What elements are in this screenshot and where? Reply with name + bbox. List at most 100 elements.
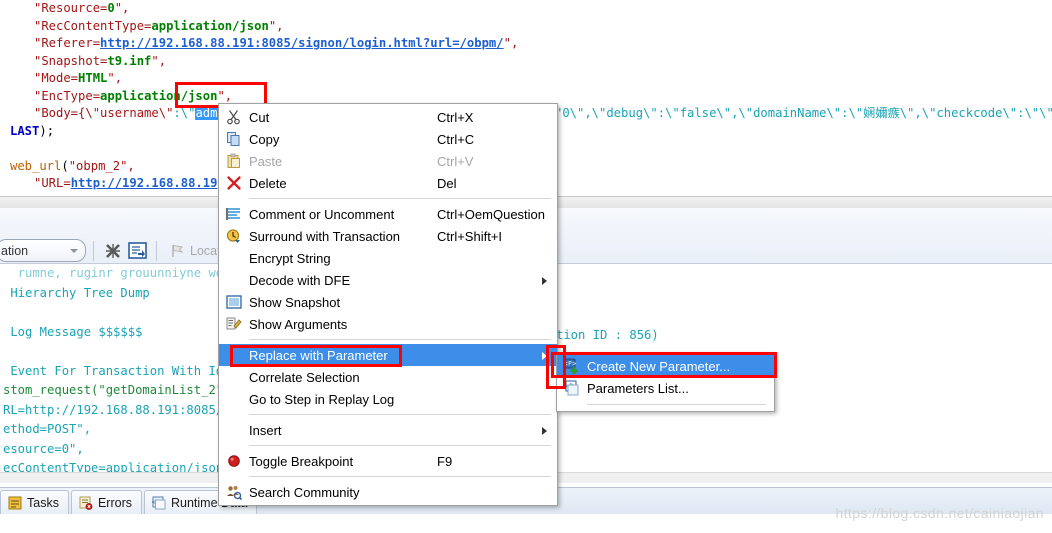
menu-item-label: Search Community [249, 484, 360, 500]
menu-item-delete[interactable]: Delete Del [219, 172, 557, 194]
code-token: "URL= [34, 176, 71, 190]
menu-item-show-arguments[interactable]: Show Arguments [219, 313, 557, 335]
menu-item-label: Cut [249, 109, 270, 125]
code-token: "Resource= [34, 1, 108, 15]
menu-item-label: Surround with Transaction [249, 228, 401, 244]
menu-item-no-icon [219, 366, 249, 388]
code-token: http://192.168.88.191:8085/signon/login.… [100, 36, 504, 50]
menu-item-replace-with-parameter[interactable]: Replace with Parameter [219, 344, 557, 366]
menu-item-comment-or-uncomment[interactable]: Comment or Uncomment Ctrl+OemQuestion [219, 203, 557, 225]
menu-item-label: Parameters List... [587, 380, 689, 396]
new-parameter-icon: <P> [557, 355, 587, 377]
menu-item-no-icon [219, 419, 249, 441]
menu-item-accelerator: Ctrl+Shift+I [437, 228, 503, 244]
menu-item-label: Encrypt String [249, 250, 331, 266]
code-token: ( [61, 158, 69, 173]
submenu-arrow-icon [542, 352, 547, 360]
menu-item-no-icon [219, 388, 249, 410]
code-token: ", [268, 18, 284, 33]
menu-item-insert[interactable]: Insert [219, 419, 557, 441]
code-token: HTML [78, 71, 108, 85]
breakpoint-icon [219, 450, 249, 472]
editor-context-menu[interactable]: Cut Ctrl+X Copy Ctrl+C Paste Ctrl+V Delete D… [218, 103, 558, 506]
menu-item-label: Replace with Parameter [249, 347, 388, 363]
bottom-tab-label: Errors [97, 496, 132, 510]
menu-item-copy[interactable]: Copy Ctrl+C [219, 128, 557, 150]
toolbar-separator-1 [93, 240, 94, 261]
bottom-tab-tasks[interactable]: Tasks [0, 490, 69, 515]
menu-item-go-to-step-in-replay-log[interactable]: Go to Step in Replay Log [219, 388, 557, 410]
menu-item-correlate-selection[interactable]: Correlate Selection [219, 366, 557, 388]
parameter-list-icon: <P> [557, 377, 587, 399]
code-token: :\" [173, 106, 196, 120]
scissors-icon [219, 106, 249, 128]
menu-item-show-snapshot[interactable]: Show Snapshot [219, 291, 557, 313]
menu-item-label: Show Snapshot [249, 294, 341, 310]
menu-item-label: Insert [249, 422, 282, 438]
menu-separator [249, 339, 551, 340]
log-transaction-id-fragment: tion ID : 856) [556, 328, 659, 342]
code-token: t9.inf [107, 53, 152, 68]
menu-item-label: Delete [249, 175, 287, 191]
menu-item-paste: Paste Ctrl+V [219, 150, 557, 172]
menu-item-accelerator: Ctrl+C [437, 131, 475, 147]
code-line: "Snapshot=t9.inf", [0, 53, 1052, 71]
menu-item-search-community[interactable]: Search Community [219, 481, 557, 503]
submenu-arrow-icon [542, 277, 547, 285]
code-token: "EncType= [34, 88, 101, 103]
menu-item-label: Toggle Breakpoint [249, 453, 354, 469]
log-filter-combo[interactable]: ation [0, 239, 86, 262]
code-line: "Mode=HTML", [0, 70, 1052, 88]
menu-item-no-icon [219, 344, 249, 366]
menu-item-label: Show Arguments [249, 316, 348, 332]
flag-locate-icon [172, 244, 184, 257]
code-token: "Body={\"username\" [34, 106, 174, 120]
code-token: ", [107, 71, 123, 85]
menu-item-label: Correlate Selection [249, 369, 360, 385]
code-token: LAST [10, 123, 40, 138]
menu-item-label: Decode with DFE [249, 272, 351, 288]
menu-item-label: Copy [249, 131, 280, 147]
code-line: "Resource=0", [0, 0, 1052, 18]
tasks-icon [8, 496, 22, 510]
bottom-tab-errors[interactable]: Errors [70, 490, 142, 515]
menu-separator [587, 404, 766, 405]
menu-item-no-icon [219, 247, 249, 269]
transaction-icon [219, 225, 249, 247]
code-token: ); [39, 123, 55, 138]
code-token: ", [114, 1, 130, 15]
svg-text:<P>: <P> [564, 361, 577, 368]
community-icon [219, 481, 249, 503]
menu-item-no-icon [219, 269, 249, 291]
menu-item-toggle-breakpoint[interactable]: Toggle Breakpoint F9 [219, 450, 557, 472]
runtime-data-icon: <P> [152, 496, 166, 510]
menu-item-accelerator: F9 [437, 453, 453, 469]
menu-item-encrypt-string[interactable]: Encrypt String [219, 247, 557, 269]
menu-item-label: Paste [249, 153, 283, 169]
delete-x-icon [219, 172, 249, 194]
code-token: ", [217, 88, 233, 103]
chevron-down-icon [70, 249, 78, 253]
bottom-tab-label: Tasks [27, 496, 59, 510]
menu-item-surround-with-transaction[interactable]: Surround with Transaction Ctrl+Shift+I [219, 225, 557, 247]
code-token: application/json [151, 18, 269, 33]
code-token: ", [151, 53, 167, 68]
menu-item-accelerator: Ctrl+OemQuestion [437, 206, 546, 222]
menu-item-decode-with-dfe[interactable]: Decode with DFE [219, 269, 557, 291]
go-to-step-icon[interactable] [125, 240, 149, 262]
log-filter-combo-value: ation [1, 243, 29, 258]
code-token: "Snapshot= [34, 53, 108, 68]
code-token: application/json [100, 88, 218, 103]
menu-item-cut[interactable]: Cut Ctrl+X [219, 106, 557, 128]
code-token: "obpm_2", [68, 158, 135, 173]
code-line: "RecContentType=application/json", [0, 18, 1052, 36]
menu-item-accelerator: Ctrl+V [437, 153, 474, 169]
code-token: 0 [107, 1, 115, 15]
submenu-arrow-icon [542, 427, 547, 435]
replace-with-parameter-submenu[interactable]: <P> Create New Parameter... <P> Paramete… [556, 352, 775, 412]
menu-item-label: Go to Step in Replay Log [249, 391, 395, 407]
comment-icon [219, 203, 249, 225]
clear-filter-icon[interactable] [101, 240, 125, 262]
menu-item-create-new-parameter[interactable]: <P> Create New Parameter... [557, 355, 774, 377]
menu-item-parameters-list[interactable]: <P> Parameters List... [557, 377, 774, 399]
